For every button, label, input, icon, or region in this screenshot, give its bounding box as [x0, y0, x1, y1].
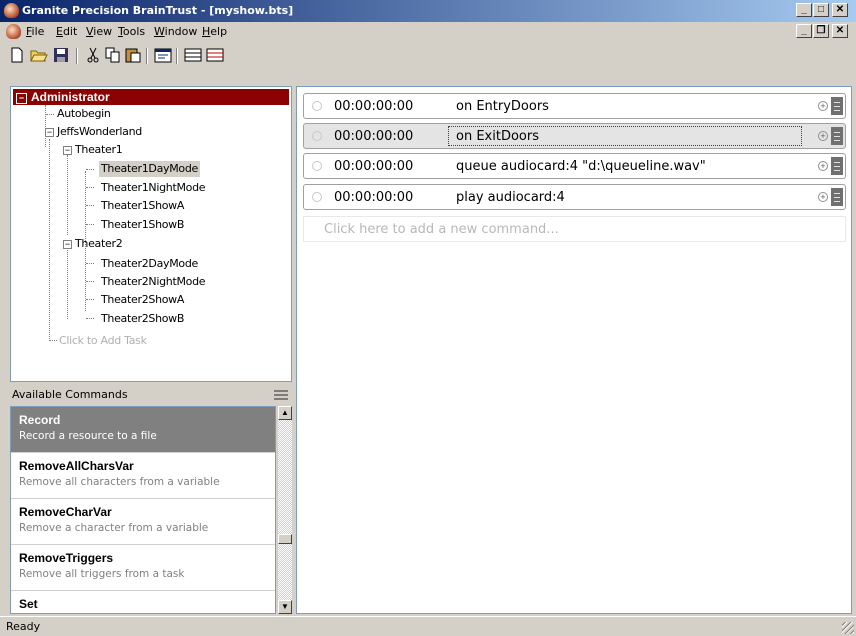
status-text: Ready — [6, 620, 41, 633]
drag-handle-icon[interactable] — [831, 188, 843, 206]
collapse-icon[interactable]: − — [45, 128, 54, 137]
timeline-view-icon[interactable] — [206, 46, 224, 64]
script-row[interactable]: 00:00:00:00 play audiocard:4 + — [303, 184, 846, 210]
document-icon[interactable] — [6, 24, 21, 39]
brain-app-icon[interactable] — [4, 3, 19, 18]
add-task-link[interactable]: Click to Add Task — [59, 333, 147, 349]
status-bar: Ready — [0, 616, 856, 636]
scroll-thumb[interactable] — [278, 534, 292, 544]
menu-edit[interactable]: Edit — [56, 25, 77, 38]
row-time[interactable]: 00:00:00:00 — [334, 129, 413, 144]
row-command[interactable]: play audiocard:4 — [456, 190, 565, 205]
commands-list: Record Record a resource to a file Remov… — [10, 406, 276, 614]
row-time[interactable]: 00:00:00:00 — [334, 159, 413, 174]
properties-icon[interactable] — [154, 46, 172, 64]
command-item-record[interactable]: Record Record a resource to a file — [11, 407, 275, 453]
title-bar: Granite Precision BrainTrust - [myshow.b… — [0, 0, 856, 22]
command-item-removecharvar[interactable]: RemoveCharVar Remove a character from a … — [11, 499, 275, 545]
commands-scrollbar[interactable]: ▲ ▼ — [278, 406, 292, 614]
doc-restore-button[interactable]: ❐ — [813, 24, 829, 38]
paste-icon[interactable] — [124, 46, 142, 64]
scroll-up-icon[interactable]: ▲ — [278, 406, 292, 420]
menu-view[interactable]: View — [86, 25, 112, 38]
window-title: Granite Precision BrainTrust - [myshow.b… — [22, 4, 294, 17]
row-status-icon[interactable] — [312, 192, 322, 202]
row-time[interactable]: 00:00:00:00 — [334, 190, 413, 205]
tree-item-theater2-daymode[interactable]: Theater2DayMode — [101, 256, 198, 272]
drag-handle-icon[interactable] — [831, 97, 843, 115]
expand-icon[interactable]: + — [818, 131, 828, 141]
open-folder-icon[interactable] — [30, 46, 48, 64]
script-row[interactable]: 00:00:00:00 queue audiocard:4 "d:\queuel… — [303, 153, 846, 179]
expand-icon[interactable]: + — [818, 101, 828, 111]
script-editor: 00:00:00:00 on EntryDoors + 00:00:00:00 … — [296, 86, 852, 614]
tree-item-theater1-daymode[interactable]: Theater1DayMode — [99, 161, 200, 177]
cut-icon[interactable] — [84, 46, 102, 64]
minimize-button[interactable]: _ — [796, 3, 812, 17]
close-button[interactable]: ✕ — [832, 3, 848, 17]
tree-item-theater2-showb[interactable]: Theater2ShowB — [101, 311, 184, 327]
row-status-icon[interactable] — [312, 101, 322, 111]
doc-close-button[interactable]: ✕ — [832, 24, 848, 38]
row-command[interactable]: queue audiocard:4 "d:\queueline.wav" — [456, 159, 706, 174]
tree-item-theater1-showb[interactable]: Theater1ShowB — [101, 217, 184, 233]
tree-item-theater1-showa[interactable]: Theater1ShowA — [101, 198, 184, 214]
list-view-icon[interactable] — [184, 46, 202, 64]
expand-icon[interactable]: + — [818, 161, 828, 171]
tree-item-theater2-showa[interactable]: Theater2ShowA — [101, 292, 184, 308]
task-tree: − Administrator Autobegin − JeffsWonderla… — [10, 86, 292, 382]
menu-icon[interactable] — [274, 389, 288, 401]
maximize-button[interactable]: □ — [813, 3, 829, 17]
script-row[interactable]: 00:00:00:00 on EntryDoors + — [303, 93, 846, 119]
commands-title: Available Commands — [12, 388, 128, 401]
scroll-down-icon[interactable]: ▼ — [278, 600, 292, 614]
drag-handle-icon[interactable] — [831, 157, 843, 175]
row-command[interactable]: on EntryDoors — [456, 99, 549, 114]
script-row[interactable]: 00:00:00:00 on ExitDoors + — [303, 123, 846, 149]
save-icon[interactable] — [52, 46, 70, 64]
command-item-removetriggers[interactable]: RemoveTriggers Remove all triggers from … — [11, 545, 275, 591]
menu-tools[interactable]: Tools — [118, 25, 145, 38]
available-commands-panel: Available Commands Record Record a resou… — [10, 384, 292, 614]
tree-item-theater1-nightmode[interactable]: Theater1NightMode — [101, 180, 206, 196]
tree-item-theater1[interactable]: Theater1 — [75, 142, 123, 158]
new-file-icon[interactable] — [8, 46, 26, 64]
collapse-icon[interactable]: − — [63, 146, 72, 155]
command-item-set[interactable]: Set — [11, 591, 275, 613]
drag-handle-icon[interactable] — [831, 127, 843, 145]
row-time[interactable]: 00:00:00:00 — [334, 99, 413, 114]
menu-help[interactable]: Help — [202, 25, 227, 38]
add-command-placeholder: Click here to add a new command... — [324, 222, 559, 237]
menu-bar: File Edit View Tools Window Help _ ❐ ✕ — [0, 22, 856, 42]
row-command[interactable]: on ExitDoors — [456, 129, 539, 144]
tree-root-administrator[interactable]: − Administrator — [13, 89, 289, 105]
menu-file[interactable]: File — [26, 25, 44, 38]
expand-icon[interactable]: + — [818, 192, 828, 202]
tree-item-project[interactable]: JeffsWonderland — [57, 124, 142, 140]
commands-header: Available Commands — [10, 384, 292, 406]
tree-item-autobegin[interactable]: Autobegin — [57, 106, 111, 122]
toolbar — [0, 42, 856, 68]
tree-item-theater2-nightmode[interactable]: Theater2NightMode — [101, 274, 206, 290]
menu-window[interactable]: Window — [154, 25, 197, 38]
collapse-icon[interactable]: − — [63, 240, 72, 249]
doc-minimize-button[interactable]: _ — [796, 24, 812, 38]
tree-item-theater2[interactable]: Theater2 — [75, 236, 123, 252]
command-item-removeallcharsvar[interactable]: RemoveAllCharsVar Remove all characters … — [11, 453, 275, 499]
row-status-icon[interactable] — [312, 161, 322, 171]
add-command-row[interactable]: Click here to add a new command... — [303, 216, 846, 242]
resize-grip-icon[interactable] — [842, 622, 854, 634]
row-status-icon[interactable] — [312, 131, 322, 141]
copy-icon[interactable] — [104, 46, 122, 64]
collapse-icon[interactable]: − — [16, 93, 27, 104]
